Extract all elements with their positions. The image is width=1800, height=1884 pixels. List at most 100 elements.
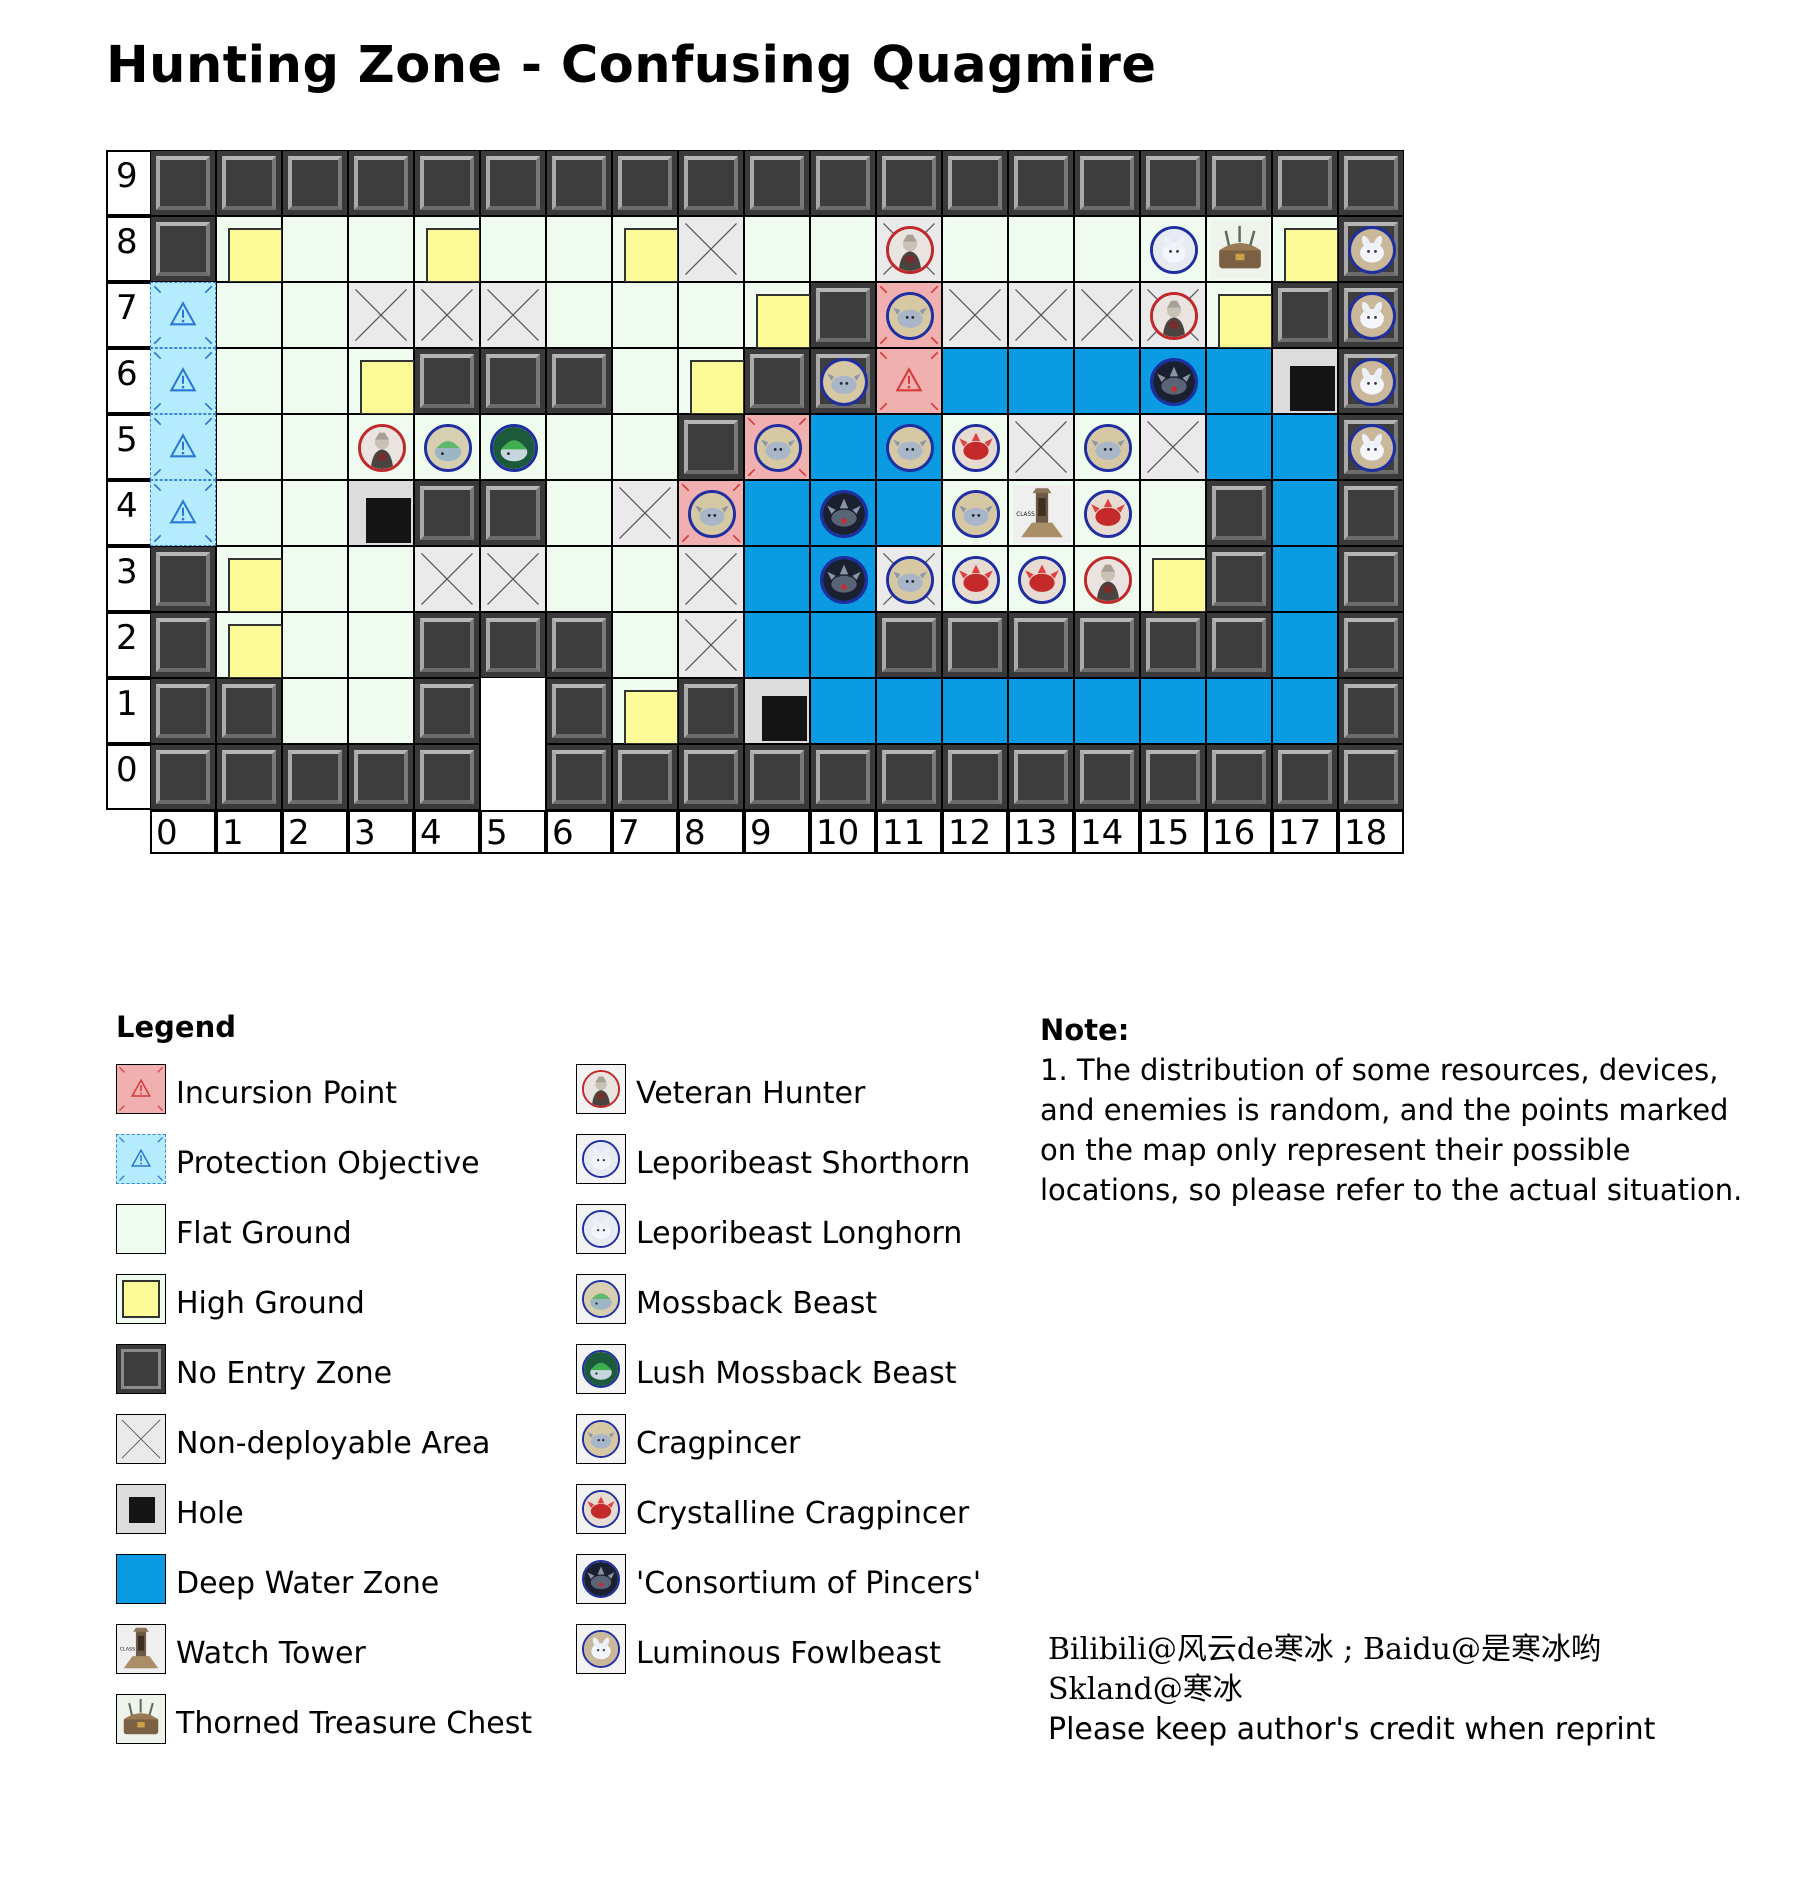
- legend-label: Non-deployable Area: [176, 1426, 491, 1461]
- non-deployable-tile: [876, 216, 942, 282]
- flat-ground-tile: [348, 546, 414, 612]
- deep-water-tile: [744, 546, 810, 612]
- crystalline-cragpincer-icon: [576, 1484, 626, 1534]
- row-label: 8: [106, 216, 150, 282]
- column-label: 18: [1338, 810, 1404, 854]
- legend-label: Deep Water Zone: [176, 1566, 440, 1601]
- deep-water-tile: [744, 480, 810, 546]
- legend-label: 'Consortium of Pincers': [636, 1566, 982, 1601]
- note-text: 1. The distribution of some resources, d…: [1040, 1053, 1743, 1207]
- cragpincer-icon: [886, 292, 934, 340]
- high-ground-tile: [348, 348, 415, 415]
- flat-ground-tile: [942, 480, 1008, 546]
- no-entry-tile: [876, 744, 942, 810]
- protection-objective-tile: [150, 348, 216, 414]
- no-entry-tile: [480, 150, 546, 216]
- flat-ground-tile: [480, 216, 546, 282]
- watch-tower-icon: CLASS: [1013, 485, 1071, 543]
- no-entry-tile: [414, 480, 480, 546]
- protection-objective-tile: [150, 282, 216, 348]
- non-deployable-tile: [612, 480, 678, 546]
- no-entry-tile: [414, 678, 480, 744]
- legend-label: Watch Tower: [176, 1636, 366, 1671]
- non-deployable-tile: [1074, 282, 1140, 348]
- consortium-of-pincers-icon: [1150, 358, 1198, 406]
- high-ground-tile: [1140, 546, 1207, 613]
- legend-label: Protection Objective: [176, 1146, 480, 1181]
- no-entry-tile: [1338, 348, 1404, 414]
- high-ground-tile: [678, 348, 745, 415]
- hole-tile: [348, 480, 414, 546]
- non-deployable-tile: [876, 546, 942, 612]
- leporibeast-longhorn-icon: [576, 1204, 626, 1254]
- no-entry-tile: [810, 282, 876, 348]
- legend-label: Crystalline Cragpincer: [636, 1496, 970, 1531]
- no-entry-tile: [744, 348, 810, 414]
- consortium-of-pincers-icon: [820, 556, 868, 604]
- flat-ground-tile: [348, 414, 414, 480]
- column-label: 10: [810, 810, 876, 854]
- incursion-point-tile: [876, 282, 942, 348]
- flat-ground-tile: [348, 678, 414, 744]
- no-entry-tile: [678, 744, 744, 810]
- mossback-beast-icon: [424, 424, 472, 472]
- flat-ground-tile: [612, 282, 678, 348]
- no-entry-tile: [546, 678, 612, 744]
- high-ground-tile: [414, 216, 481, 283]
- no-entry-tile: [216, 678, 282, 744]
- column-label: 9: [744, 810, 810, 854]
- deep-water-tile: [1140, 348, 1206, 414]
- cragpincer-icon: [820, 358, 868, 406]
- no-entry-tile: [942, 744, 1008, 810]
- legend-title: Legend: [116, 1010, 236, 1044]
- flat-ground-tile: [282, 414, 348, 480]
- leporibeast-longhorn-icon: [1150, 226, 1198, 274]
- deep-water-tile: [744, 612, 810, 678]
- no-entry-tile: [1008, 744, 1074, 810]
- thorned-treasure-chest-icon: [1211, 221, 1269, 279]
- cragpincer-icon: [886, 556, 934, 604]
- row-label: 0: [106, 744, 150, 810]
- deep-water-tile: [1074, 348, 1140, 414]
- high-ground-tile: [1206, 282, 1273, 349]
- no-entry-tile: [480, 348, 546, 414]
- flat-ground-tile: [612, 348, 678, 414]
- no-entry-tile: [942, 150, 1008, 216]
- no-entry-tile: [678, 414, 744, 480]
- incursion-icon: [116, 1064, 166, 1114]
- deep-water-tile: [1272, 414, 1338, 480]
- no-entry-tile: [810, 744, 876, 810]
- wall-icon: [116, 1344, 166, 1394]
- deep-water-tile: [1008, 678, 1074, 744]
- hole-tile: [744, 678, 810, 744]
- cragpincer-icon: [688, 490, 736, 538]
- no-entry-tile: [546, 744, 612, 810]
- flat-ground-tile: [612, 546, 678, 612]
- no-entry-tile: [348, 744, 414, 810]
- no-entry-tile: [216, 744, 282, 810]
- deep-water-tile: [1074, 678, 1140, 744]
- legend-label: Lush Mossback Beast: [636, 1356, 957, 1391]
- flat-ground-tile: [612, 612, 678, 678]
- flat-ground-tile: [414, 414, 480, 480]
- legend-label: Incursion Point: [176, 1076, 398, 1111]
- non-deployable-tile: [1008, 414, 1074, 480]
- deep-water-tile: [1272, 480, 1338, 546]
- no-entry-tile: [216, 150, 282, 216]
- leporibeast-shorthorn-icon: [576, 1134, 626, 1184]
- flat-ground-tile: [1074, 414, 1140, 480]
- no-entry-tile: [744, 150, 810, 216]
- no-entry-tile: [1140, 612, 1206, 678]
- no-entry-tile: [150, 678, 216, 744]
- no-entry-tile: [150, 612, 216, 678]
- flat-ground-tile: [1074, 480, 1140, 546]
- legend-label: Leporibeast Shorthorn: [636, 1146, 971, 1181]
- lush-mossback-beast-icon: [490, 424, 538, 472]
- crystalline-cragpincer-icon: [1018, 556, 1066, 604]
- no-entry-tile: [678, 678, 744, 744]
- no-entry-tile: [810, 150, 876, 216]
- cragpincer-icon: [952, 490, 1000, 538]
- non-deployable-tile: [480, 282, 546, 348]
- non-deployable-tile: [414, 546, 480, 612]
- flat-ground-tile: [216, 480, 282, 546]
